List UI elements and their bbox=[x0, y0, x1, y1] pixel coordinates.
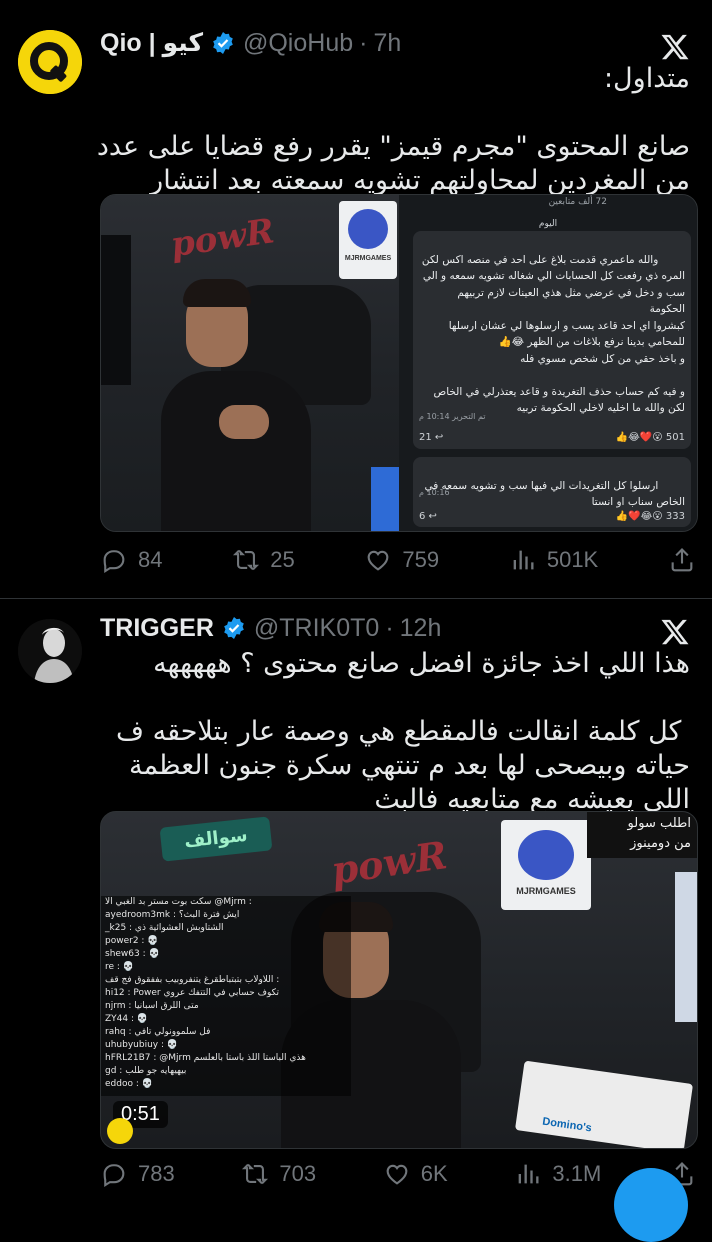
share-button[interactable] bbox=[668, 546, 696, 574]
stream-chat-line: rahq : فل سلموونولي تافي bbox=[105, 1027, 211, 1037]
studio-sign: MJRMGAMES bbox=[339, 201, 397, 279]
separator-dot: · bbox=[359, 28, 368, 57]
avatar-qio[interactable] bbox=[18, 30, 82, 94]
like-icon bbox=[386, 1164, 408, 1185]
stream-chat-line: njrm : متى اللرق اسبانيا bbox=[105, 1001, 199, 1011]
chat-message-1: والله ماعمري قدمت بلاغ على احد في منصه ا… bbox=[413, 231, 691, 449]
views-icon bbox=[513, 550, 534, 570]
chat-message-2-reactions: 👍❤️😂😮 333 bbox=[615, 510, 685, 522]
chat-message-1-time: تم التحرير 10:14 م bbox=[419, 411, 486, 421]
like-icon bbox=[368, 550, 389, 571]
like-count: 759 bbox=[402, 547, 440, 572]
action-bar: 84 25 759 501K bbox=[100, 540, 696, 580]
handle[interactable]: @QioHub bbox=[243, 29, 353, 58]
repost-icon bbox=[242, 1163, 269, 1185]
chat-header: 72 ألف متابعين bbox=[548, 197, 607, 207]
stream-chat-line: gd : بيهيهايه جو طلب bbox=[105, 1066, 187, 1076]
reply-icon bbox=[103, 550, 125, 573]
qio-logo-icon bbox=[18, 30, 82, 94]
stream-chat-line: re : 💀 bbox=[105, 962, 134, 972]
stream-chat-line: ayedroom3mk : ايش فترة البث؟ bbox=[105, 910, 240, 920]
chat-day: اليوم bbox=[538, 219, 558, 229]
repost-button[interactable]: 703 bbox=[241, 1160, 316, 1188]
side-monitor bbox=[675, 872, 697, 1022]
like-button[interactable]: 6K bbox=[383, 1160, 448, 1188]
x-logo-icon[interactable] bbox=[660, 617, 690, 647]
chat-screenshot: 72 ألف متابعين اليوم والله ماعمري قدمت ب… bbox=[399, 195, 697, 531]
overlay-left-sign: سوالف bbox=[159, 816, 273, 862]
desk-monitor bbox=[371, 467, 399, 531]
like-count: 6K bbox=[420, 1161, 448, 1186]
handle[interactable]: @TRIK0T0 bbox=[254, 614, 379, 643]
wall-logo: powR bbox=[168, 211, 277, 266]
timestamp[interactable]: 12h bbox=[400, 614, 442, 643]
tweet-text: متداول: صانع المحتوى "مجرم قيمز" يقرر رف… bbox=[96, 63, 690, 230]
repost-icon bbox=[233, 549, 260, 571]
like-button[interactable]: 759 bbox=[364, 546, 439, 574]
compose-button[interactable] bbox=[614, 1168, 688, 1242]
side-monitor bbox=[101, 235, 131, 385]
dominos-promo: اطلب سولو من دومينوز bbox=[587, 812, 697, 858]
wall-logo: powR bbox=[328, 832, 450, 893]
display-name[interactable]: Qio | كيو bbox=[100, 28, 203, 58]
video-still: powR MJRMGAMES bbox=[101, 195, 399, 531]
views-count: 501K bbox=[546, 547, 599, 572]
x-logo-icon[interactable] bbox=[660, 32, 690, 62]
views-count: 3.1M bbox=[552, 1161, 602, 1186]
stream-chat-line: اللاولاب بتبتباطقرغ يتنفروبيب بففقوق فج … bbox=[105, 975, 280, 985]
stream-chat-overlay: سكت بوت مستر بد الغبي الا @Mjrm : ayedroo… bbox=[101, 896, 351, 1096]
stream-chat-line: hi12 : Power تكوف حسابي في التتفك عروي bbox=[105, 988, 280, 998]
pizza-box: Domino's bbox=[514, 1060, 694, 1148]
stream-chat-line: uhubyubiuy : 💀 bbox=[105, 1040, 179, 1050]
chat-message-2-time: 10:16 م bbox=[419, 488, 450, 497]
action-bar: 783 703 6K 3.1M bbox=[100, 1154, 696, 1194]
studio-sign: MJRMGAMES bbox=[501, 820, 591, 910]
tweet-header: Qio | كيو @QioHub · 7h bbox=[100, 26, 401, 60]
views-button[interactable]: 3.1M bbox=[514, 1160, 601, 1188]
stream-chat-line: ZY44 : 💀 bbox=[105, 1014, 149, 1024]
timestamp[interactable]: 7h bbox=[373, 29, 401, 58]
share-icon bbox=[671, 548, 693, 572]
display-name[interactable]: TRIGGER bbox=[100, 614, 214, 643]
tweet-media[interactable]: powR MJRMGAMES 72 ألف متابعين اليوم والل… bbox=[100, 194, 698, 532]
stream-chat-line: سكت بوت مستر بد الغبي الا @Mjrm : bbox=[105, 897, 252, 907]
person bbox=[131, 275, 351, 531]
views-icon bbox=[519, 1164, 539, 1184]
tweet-header: TRIGGER @TRIK0T0 · 12h bbox=[100, 611, 441, 645]
reply-button[interactable]: 84 bbox=[100, 546, 162, 574]
chat-message-1-replies: 21 ↩ bbox=[419, 431, 444, 443]
avatar-trigger[interactable] bbox=[18, 619, 82, 683]
verified-badge-icon bbox=[222, 616, 246, 640]
tweet-video[interactable]: powR MJRMGAMES سوالف اطلب سولو من دومينو… bbox=[100, 811, 698, 1149]
views-button[interactable]: 501K bbox=[509, 546, 598, 574]
reply-button[interactable]: 783 bbox=[100, 1160, 175, 1188]
stream-chat-line: hFRL21B7 : @Mjrm هذي الباستا اللذ باستا … bbox=[105, 1053, 306, 1063]
chat-message-2: ارسلوا كل التغريدات الي فيها سب و تشويه … bbox=[413, 457, 691, 527]
stream-chat-line: _k25 : الشتاوبش العشوائية ذي bbox=[105, 923, 224, 933]
separator-dot: · bbox=[385, 613, 394, 642]
reply-count: 84 bbox=[138, 547, 163, 572]
repost-count: 25 bbox=[270, 547, 295, 572]
avatar-portrait-icon bbox=[18, 619, 82, 683]
repost-count: 703 bbox=[279, 1161, 317, 1186]
repost-button[interactable]: 25 bbox=[232, 546, 295, 574]
tweet-text: هذا اللي اخذ جائزة افضل صانع محتوى ؟ ههه… bbox=[116, 648, 690, 815]
tweet-2: TRIGGER @TRIK0T0 · 12h هذا اللي اخذ جائز… bbox=[0, 599, 712, 1200]
chat-message-1-reactions: 👍😂❤️😮 501 bbox=[615, 431, 685, 443]
stream-chat-line: eddoo : 💀 bbox=[105, 1079, 153, 1089]
chat-message-2-replies: 6 ↩ bbox=[419, 510, 437, 522]
reply-icon bbox=[103, 1164, 125, 1187]
tweet-1: Qio | كيو @QioHub · 7h متداول: صانع المح… bbox=[0, 0, 712, 598]
stream-chat-line: power2 : 💀 bbox=[105, 936, 159, 946]
channel-badge-icon bbox=[107, 1118, 133, 1144]
verified-badge-icon bbox=[211, 31, 235, 55]
stream-chat-line: shew63 : 💀 bbox=[105, 949, 160, 959]
reply-count: 783 bbox=[138, 1161, 175, 1186]
